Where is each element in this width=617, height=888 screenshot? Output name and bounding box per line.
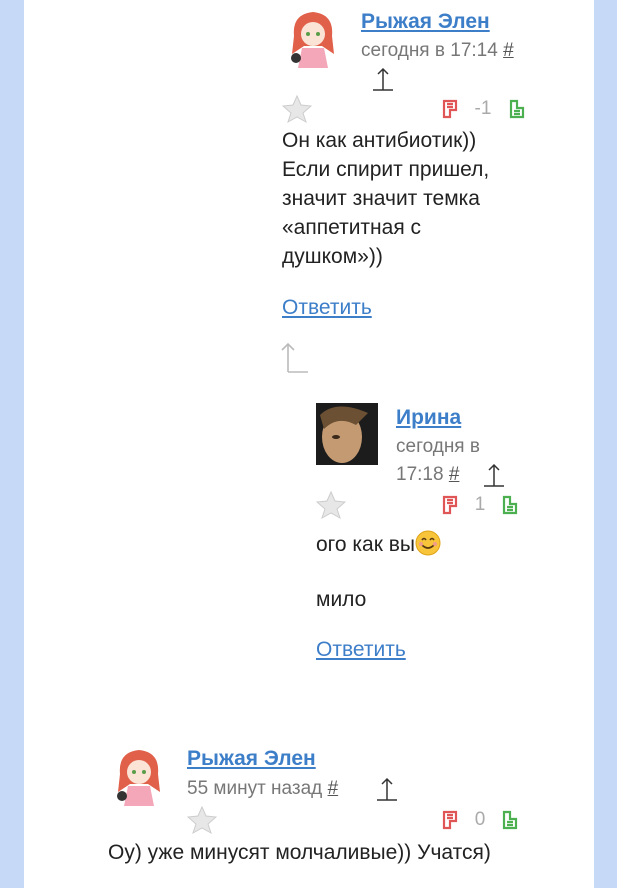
time-text: 55 минут назад: [187, 778, 323, 799]
thumb-down-icon[interactable]: [441, 99, 461, 119]
author-name[interactable]: Ирина: [396, 406, 461, 430]
vote-score: -1: [474, 98, 492, 119]
text-line: Если спирит пришел,: [282, 158, 490, 181]
thumb-down-icon[interactable]: [441, 495, 461, 515]
up-arrow-icon[interactable]: [377, 776, 397, 802]
text-line: Он как антибиотик)): [282, 129, 477, 152]
thumb-up-icon[interactable]: [501, 495, 521, 515]
reply-link[interactable]: Ответить: [316, 638, 406, 662]
comment-text: ого как вы мило: [316, 530, 576, 614]
text-line: мило: [316, 588, 367, 611]
thumb-up-icon[interactable]: [508, 99, 528, 119]
parent-arrow-icon[interactable]: [280, 340, 310, 374]
time-text: 17:18: [396, 464, 444, 485]
permalink[interactable]: #: [328, 778, 339, 799]
reply-link[interactable]: Ответить: [282, 296, 372, 320]
text-line: душком»)): [282, 245, 383, 268]
vote-score: 0: [474, 809, 486, 830]
comments-page: Рыжая Элен сегодня в 17:14 # -1 Он как а…: [24, 0, 594, 888]
comment-time: 55 минут назад #: [187, 775, 338, 803]
text-line: ого как вы: [316, 533, 415, 556]
avatar[interactable]: [282, 6, 344, 68]
comment-time: сегодня в 17:14 #: [361, 37, 514, 65]
permalink[interactable]: #: [503, 40, 514, 61]
permalink[interactable]: #: [449, 464, 460, 485]
author-name[interactable]: Рыжая Элен: [361, 10, 490, 34]
comment-text: Оу) уже минусят молчаливые)) Учатся): [108, 841, 491, 864]
up-arrow-icon[interactable]: [484, 462, 504, 488]
thumb-up-icon[interactable]: [501, 810, 521, 830]
vote-score: 1: [474, 494, 486, 515]
text-line: значит значит темка: [282, 187, 480, 210]
star-icon[interactable]: [282, 94, 312, 124]
comment-time: сегодня в 17:18 #: [396, 433, 480, 489]
star-icon[interactable]: [187, 805, 217, 835]
star-icon[interactable]: [316, 490, 346, 520]
avatar[interactable]: [108, 744, 170, 806]
thumb-down-icon[interactable]: [441, 810, 461, 830]
author-name[interactable]: Рыжая Элен: [187, 747, 316, 771]
time-text: сегодня в 17:14: [361, 40, 498, 61]
comment-text: Он как антибиотик)) Если спирит пришел, …: [282, 126, 582, 271]
text-line: «аппетитная с: [282, 216, 422, 239]
avatar[interactable]: [316, 403, 378, 465]
up-arrow-icon[interactable]: [373, 66, 393, 92]
time-text: сегодня в: [396, 436, 480, 457]
smile-emoji-icon: [415, 530, 441, 556]
